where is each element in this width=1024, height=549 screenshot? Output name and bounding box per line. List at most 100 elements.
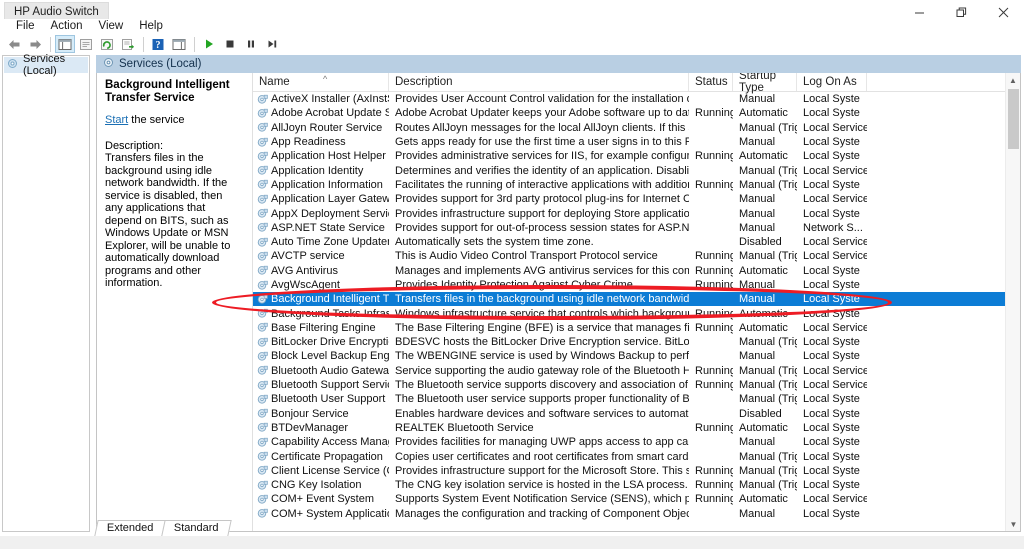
service-name: Block Level Backup Engine ...	[271, 350, 389, 363]
table-row[interactable]: AVCTP service This is Audio Video Control…	[253, 249, 1020, 263]
table-row[interactable]: BTDevManager REALTEK Bluetooth Service Run…	[253, 421, 1020, 435]
cell-status: Running	[695, 307, 733, 320]
table-row[interactable]: Base Filtering Engine The Base Filtering …	[253, 321, 1020, 335]
tab-services-local[interactable]: Services (Local)	[96, 55, 466, 73]
cell-log-on-as: Local Syste	[803, 136, 860, 149]
cell-startup-type: Manual	[739, 193, 776, 206]
properties-icon[interactable]	[76, 35, 96, 53]
menu-file[interactable]: File	[8, 19, 43, 34]
cell-log-on-as: Local Syste	[803, 407, 860, 420]
cell-name: Application Identity	[253, 165, 389, 177]
start-service-link[interactable]: Start	[105, 114, 128, 126]
description-text: Transfers files in the background using …	[105, 152, 231, 289]
cell-startup-type: Automatic	[739, 107, 788, 120]
menu-view[interactable]: View	[91, 19, 132, 34]
service-name: Application Information	[271, 178, 383, 191]
cell-status: Running	[695, 464, 733, 477]
table-row[interactable]: AVG Antivirus Manages and implements AVG …	[253, 264, 1020, 278]
table-row[interactable]: ASP.NET State Service Provides support fo…	[253, 221, 1020, 235]
pause-icon[interactable]	[241, 35, 261, 53]
cell-startup-type: Manual	[739, 207, 776, 220]
cell-description: The Bluetooth user service supports prop…	[395, 393, 689, 406]
table-row[interactable]: Application Layer Gateway ... Provides su…	[253, 192, 1020, 206]
table-row[interactable]: Block Level Backup Engine ... The WBENGIN…	[253, 349, 1020, 363]
table-row[interactable]: Adobe Acrobat Update Serv Adobe Acrobat U…	[253, 106, 1020, 120]
cell-status: Running	[695, 421, 733, 434]
table-row[interactable]: Bluetooth Audio Gateway S... Service supp…	[253, 364, 1020, 378]
column-header-name[interactable]: Name ^	[253, 73, 389, 91]
cell-status: Running	[695, 178, 733, 191]
table-row[interactable]: Bonjour Service Enables hardware devices …	[253, 407, 1020, 421]
table-row[interactable]: Auto Time Zone Updater Automatically sets…	[253, 235, 1020, 249]
cell-name: Auto Time Zone Updater	[253, 236, 389, 248]
scrollbar-thumb[interactable]	[1008, 89, 1019, 149]
table-row[interactable]: AppX Deployment Service (... Provides inf…	[253, 206, 1020, 220]
toolbar: ?	[0, 34, 1024, 54]
service-name: BTDevManager	[271, 421, 349, 434]
cell-description: Routes AllJoyn messages for the local Al…	[395, 121, 689, 134]
cell-startup-type: Automatic	[739, 307, 788, 320]
service-name: ASP.NET State Service	[271, 221, 385, 234]
table-row[interactable]: Application Information Facilitates the r…	[253, 178, 1020, 192]
table-row[interactable]: AvgWscAgent Provides Identity Protection …	[253, 278, 1020, 292]
table-row[interactable]: Capability Access Manager ... Provides fa…	[253, 435, 1020, 449]
action-pane-icon[interactable]	[169, 35, 189, 53]
menu-action[interactable]: Action	[43, 19, 91, 34]
table-row[interactable]: Certificate Propagation Copies user certi…	[253, 449, 1020, 463]
cell-log-on-as: Local Syste	[803, 307, 860, 320]
sidebar-item-services-local[interactable]: Services (Local)	[4, 53, 88, 77]
table-row[interactable]: Background Tasks Infrastru... Windows inf…	[253, 306, 1020, 320]
cell-startup-type: Manual	[739, 279, 776, 291]
menu-help[interactable]: Help	[131, 19, 171, 34]
table-row[interactable]: CNG Key Isolation The CNG key isolation s…	[253, 478, 1020, 492]
cell-description: REALTEK Bluetooth Service	[395, 421, 534, 434]
cell-log-on-as: Local Syste	[803, 350, 860, 363]
tab-extended[interactable]: Extended	[94, 520, 167, 536]
back-arrow-icon[interactable]	[4, 35, 24, 53]
stop-icon[interactable]	[220, 35, 240, 53]
column-header-startup-type[interactable]: Startup Type	[733, 73, 797, 94]
service-name: App Readiness	[271, 136, 346, 149]
restart-icon[interactable]	[262, 35, 282, 53]
console-tree-pane: Services (Local)	[2, 53, 90, 532]
tab-extended-label: Extended	[106, 522, 154, 534]
tab-standard[interactable]: Standard	[161, 520, 232, 536]
cell-description: Provides administrative services for IIS…	[395, 150, 689, 163]
cell-description: Provides User Account Control validation…	[395, 93, 689, 106]
table-row[interactable]: Background Intelligent Tran... Transfers …	[253, 292, 1020, 307]
service-name: AVG Antivirus	[271, 264, 339, 277]
cell-name: Bluetooth Audio Gateway S...	[253, 365, 389, 377]
table-row[interactable]: Bluetooth User Support Ser... The Bluetoo…	[253, 392, 1020, 406]
help-icon[interactable]: ?	[148, 35, 168, 53]
cell-name: Background Intelligent Tran...	[253, 293, 389, 305]
table-row[interactable]: Client License Service (ClipS Provides in…	[253, 464, 1020, 478]
column-header-description[interactable]: Description	[389, 73, 689, 91]
column-header-status[interactable]: Status	[689, 73, 733, 91]
service-action-line: Start the service	[105, 114, 243, 126]
table-row[interactable]: Application Host Helper Ser... Provides a…	[253, 149, 1020, 163]
cell-name: COM+ Event System	[253, 493, 389, 505]
table-row[interactable]: ActiveX Installer (AxInstSV) Provides Use…	[253, 92, 1020, 106]
cell-log-on-as: Local Syste	[803, 207, 860, 220]
cell-name: Bluetooth User Support Ser...	[253, 393, 389, 405]
forward-arrow-icon[interactable]	[25, 35, 45, 53]
vertical-scrollbar[interactable]: ▲ ▼	[1005, 73, 1020, 531]
scroll-up-icon[interactable]: ▲	[1006, 73, 1020, 88]
table-row[interactable]: BitLocker Drive Encryption ... BDESVC hos…	[253, 335, 1020, 349]
play-icon[interactable]	[199, 35, 219, 53]
table-row[interactable]: App Readiness Gets apps ready for use the…	[253, 135, 1020, 149]
cell-log-on-as: Local Syste	[803, 421, 860, 434]
cell-name: BTDevManager	[253, 422, 389, 434]
service-name: AllJoyn Router Service	[271, 121, 383, 134]
table-row[interactable]: Application Identity Determines and verif…	[253, 163, 1020, 177]
table-row[interactable]: COM+ Event System Supports System Event N…	[253, 492, 1020, 506]
table-row[interactable]: Bluetooth Support Service The Bluetooth s…	[253, 378, 1020, 392]
cell-log-on-as: Local Syste	[803, 150, 860, 163]
console-tree-icon[interactable]	[55, 35, 75, 53]
column-header-log-on-as[interactable]: Log On As	[797, 73, 867, 91]
column-header-filler	[867, 73, 1020, 91]
export-list-icon[interactable]	[118, 35, 138, 53]
cell-startup-type: Manual (Trig...	[739, 393, 797, 406]
table-row[interactable]: AllJoyn Router Service Routes AllJoyn mes…	[253, 121, 1020, 135]
refresh-icon[interactable]	[97, 35, 117, 53]
